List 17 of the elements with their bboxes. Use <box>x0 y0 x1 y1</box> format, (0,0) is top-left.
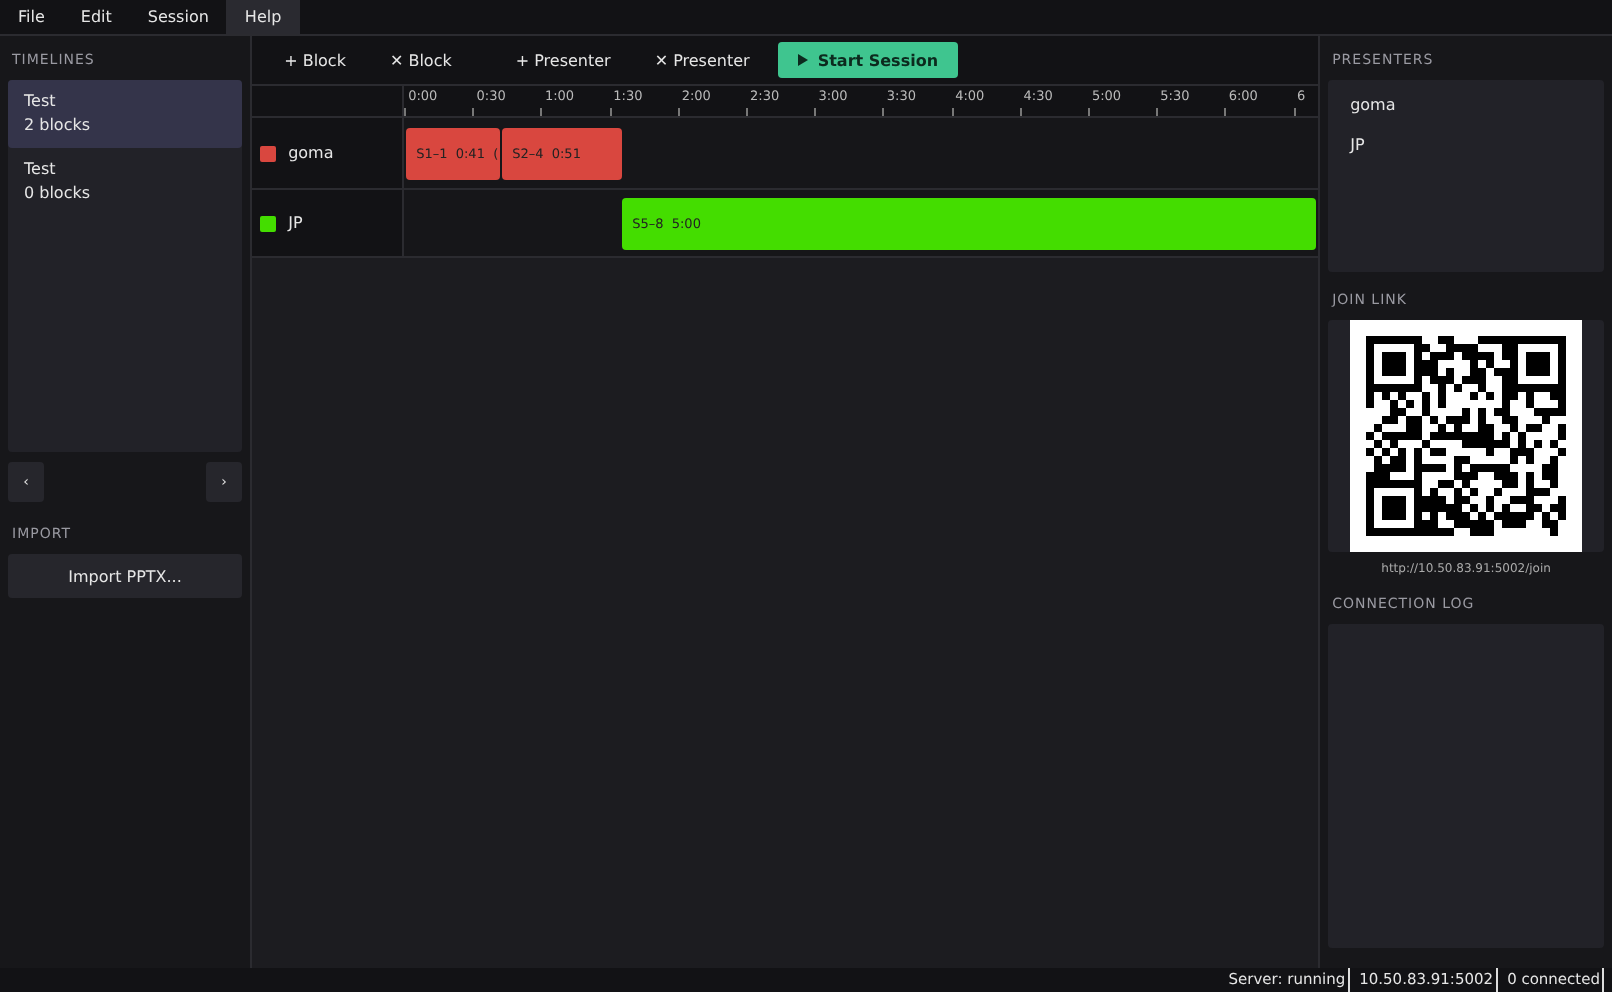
start-session-button[interactable]: Start Session <box>777 42 959 78</box>
toolbar-button[interactable]: ✕ Block <box>373 43 468 77</box>
presenter-item[interactable]: goma <box>1350 86 1582 126</box>
toolbar-button[interactable]: ✕ Presenter <box>638 43 766 77</box>
toolbar-button[interactable]: + Presenter <box>499 43 627 77</box>
menu-item[interactable]: Help <box>226 0 300 34</box>
import-button[interactable]: Import PPTX... <box>8 554 243 598</box>
toolbar-button[interactable]: + Block <box>268 43 362 77</box>
track-name: goma <box>288 144 334 162</box>
play-icon <box>797 54 808 66</box>
menu-item[interactable]: Session <box>129 0 227 34</box>
track-name: JP <box>288 214 303 232</box>
menu-item[interactable]: Edit <box>62 0 130 34</box>
timeline-item[interactable]: Test 0 blocks <box>8 148 243 216</box>
timeline-item[interactable]: Test 2 blocks <box>8 80 243 148</box>
menu-item[interactable]: File <box>0 0 63 34</box>
presenter-item[interactable]: JP <box>1350 126 1582 166</box>
